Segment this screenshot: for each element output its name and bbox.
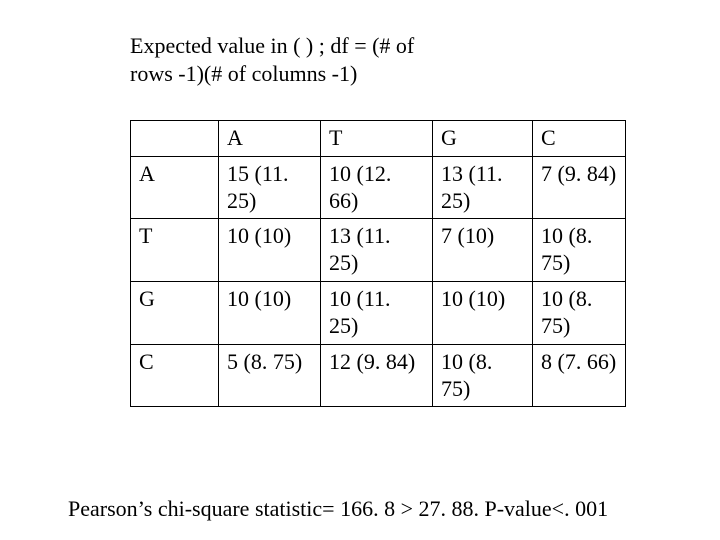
cell-T-C: 10 (8. 75)	[533, 219, 626, 282]
row-label-G: G	[131, 282, 219, 345]
cell-C-C: 8 (7. 66)	[533, 344, 626, 407]
row-label-C: C	[131, 344, 219, 407]
cell-G-C: 10 (8. 75)	[533, 282, 626, 345]
caption-line-1: Expected value in ( ) ; df = (# of	[130, 33, 414, 58]
table-header-row: A T G C	[131, 121, 626, 157]
cell-G-G: 10 (10)	[433, 282, 533, 345]
cell-C-G: 10 (8. 75)	[433, 344, 533, 407]
footer-stat: Pearson’s chi-square statistic= 166. 8 >…	[68, 496, 608, 522]
caption-line-2: rows -1)(# of columns -1)	[130, 61, 357, 86]
cell-A-G: 13 (11. 25)	[433, 156, 533, 219]
contingency-table: A T G C A 15 (11. 25) 10 (12. 66) 13 (11…	[130, 120, 626, 407]
row-label-A: A	[131, 156, 219, 219]
header-col-G: G	[433, 121, 533, 157]
table-row: C 5 (8. 75) 12 (9. 84) 10 (8. 75) 8 (7. …	[131, 344, 626, 407]
row-label-T: T	[131, 219, 219, 282]
cell-T-T: 13 (11. 25)	[321, 219, 433, 282]
header-col-A: A	[219, 121, 321, 157]
table-row: T 10 (10) 13 (11. 25) 7 (10) 10 (8. 75)	[131, 219, 626, 282]
cell-C-T: 12 (9. 84)	[321, 344, 433, 407]
cell-A-C: 7 (9. 84)	[533, 156, 626, 219]
cell-T-G: 7 (10)	[433, 219, 533, 282]
slide: Expected value in ( ) ; df = (# of rows …	[0, 0, 720, 540]
caption: Expected value in ( ) ; df = (# of rows …	[130, 32, 550, 87]
cell-G-A: 10 (10)	[219, 282, 321, 345]
cell-C-A: 5 (8. 75)	[219, 344, 321, 407]
cell-A-T: 10 (12. 66)	[321, 156, 433, 219]
table-row: A 15 (11. 25) 10 (12. 66) 13 (11. 25) 7 …	[131, 156, 626, 219]
header-col-T: T	[321, 121, 433, 157]
cell-A-A: 15 (11. 25)	[219, 156, 321, 219]
table: A T G C A 15 (11. 25) 10 (12. 66) 13 (11…	[130, 120, 626, 407]
cell-T-A: 10 (10)	[219, 219, 321, 282]
cell-G-T: 10 (11. 25)	[321, 282, 433, 345]
header-col-C: C	[533, 121, 626, 157]
table-row: G 10 (10) 10 (11. 25) 10 (10) 10 (8. 75)	[131, 282, 626, 345]
header-blank	[131, 121, 219, 157]
